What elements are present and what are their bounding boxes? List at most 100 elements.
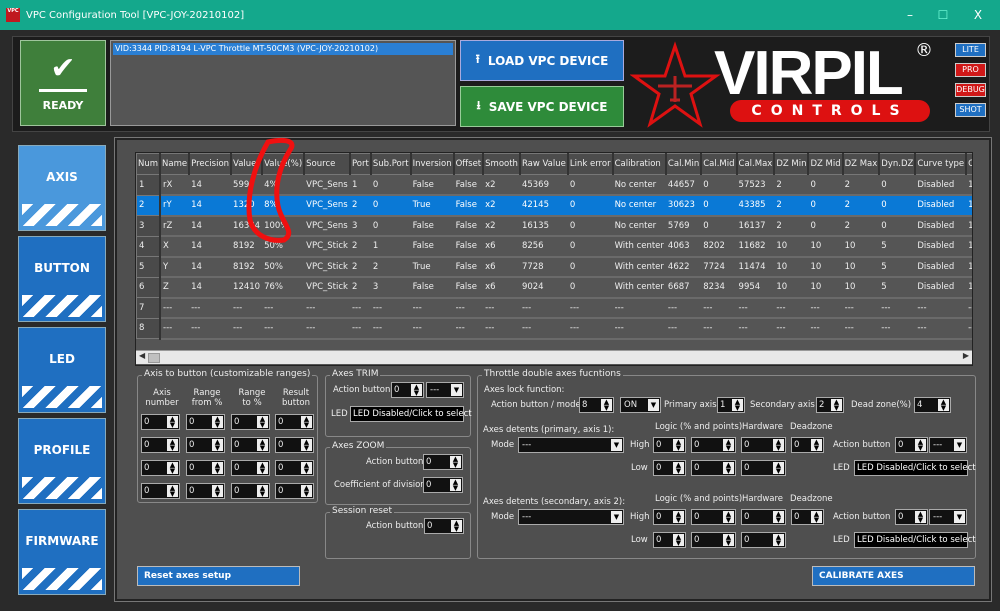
sidebar-item-led[interactable]: LED (18, 327, 106, 413)
device-item[interactable]: VID:3344 PID:8194 L-VPC Throttle MT-50CM… (113, 43, 453, 55)
column-header[interactable]: Dyn.DZ (878, 153, 917, 175)
sidebar-item-axis[interactable]: AXIS (18, 145, 106, 231)
sidebar-item-profile[interactable]: PROFILE (18, 418, 106, 504)
scroll-right-icon[interactable]: ▶ (963, 351, 969, 360)
spinner-arrows-icon[interactable]: ▲ ▼ (673, 439, 684, 452)
spinner-arrows-icon[interactable]: ▲ ▼ (212, 439, 223, 452)
spinner-arrows-icon[interactable]: ▲ ▼ (915, 511, 926, 524)
lock-mode-select[interactable]: ON ▼ (620, 397, 661, 413)
spinner-arrows-icon[interactable]: ▲ ▼ (773, 439, 784, 452)
chevron-down-icon[interactable]: ▼ (954, 439, 965, 451)
detent-mode-select[interactable]: --- ▼ (518, 437, 624, 453)
axis-to-button-spinner[interactable]: 0 ▲ ▼ (186, 460, 225, 476)
spinner-arrows-icon[interactable]: ▲ ▼ (723, 439, 734, 452)
spinner-arrows-icon[interactable]: ▲ ▼ (831, 399, 842, 412)
table-row[interactable]: 7 --- --- --- --- --- --- --- --- --- --- --- --- ---… (136, 297, 972, 319)
column-header[interactable]: Inversion (410, 153, 455, 175)
axis-to-button-spinner[interactable]: 0 ▲ ▼ (275, 437, 314, 453)
column-header[interactable]: Smooth (482, 153, 521, 175)
column-header[interactable]: Curve type (914, 153, 968, 175)
mode-shot-button[interactable]: SHOT (955, 103, 986, 117)
session-action-spinner[interactable]: 0 ▲ ▼ (424, 518, 464, 534)
lock-action-spinner[interactable]: 8 ▲ ▼ (579, 397, 614, 413)
chevron-down-icon[interactable]: ▼ (451, 384, 462, 396)
spinner-arrows-icon[interactable]: ▲ ▼ (167, 462, 178, 475)
spinner-arrows-icon[interactable]: ▲ ▼ (773, 534, 784, 547)
column-header[interactable]: DZ Min (773, 153, 810, 175)
spinner-arrows-icon[interactable]: ▲ ▼ (451, 520, 462, 533)
chevron-down-icon[interactable]: ▼ (954, 511, 965, 523)
spinner-arrows-icon[interactable]: ▲ ▼ (601, 399, 612, 412)
detent-led-selector[interactable]: LED Disabled/Click to select (854, 460, 976, 476)
spinner-arrows-icon[interactable]: ▲ ▼ (257, 416, 268, 429)
column-header[interactable]: Raw Value (519, 153, 569, 175)
detent-low-spinner[interactable]: 0 ▲ ▼ (691, 532, 736, 548)
spinner-arrows-icon[interactable]: ▲ ▼ (673, 462, 684, 475)
column-header[interactable]: C.01 (965, 153, 972, 175)
spinner-arrows-icon[interactable]: ▲ ▼ (723, 462, 734, 475)
deadzone-spinner[interactable]: 4 ▲ ▼ (914, 397, 951, 413)
column-header[interactable]: Cal.Mid (700, 153, 738, 175)
column-header[interactable]: Sub.Port (370, 153, 412, 175)
detent-action-spinner[interactable]: 0 ▲ ▼ (895, 437, 928, 453)
spinner-arrows-icon[interactable]: ▲ ▼ (212, 416, 223, 429)
table-row[interactable]: 5 Y 14 8192 50% VPC_Stick 2 2 True False x6 7728 0 Wi… (136, 256, 972, 278)
spinner-arrows-icon[interactable]: ▲ ▼ (773, 511, 784, 524)
detent-low-spinner[interactable]: 0 ▲ ▼ (653, 460, 686, 476)
detent-high-spinner[interactable]: 0 ▲ ▼ (691, 437, 736, 453)
calibrate-axes-button[interactable]: CALIBRATE AXES (812, 566, 975, 586)
spinner-arrows-icon[interactable]: ▲ ▼ (723, 511, 734, 524)
detent-mode-select[interactable]: --- ▼ (518, 509, 624, 525)
axis-to-button-spinner[interactable]: 0 ▲ ▼ (186, 414, 225, 430)
maximize-button[interactable]: ☐ (933, 8, 953, 22)
trim-action-spinner[interactable]: 0 ▲ ▼ (391, 382, 424, 398)
primary-axis-spinner[interactable]: 1 ▲ ▼ (717, 397, 745, 413)
axis-to-button-spinner[interactable]: 0 ▲ ▼ (231, 414, 270, 430)
reset-axes-button[interactable]: Reset axes setup (137, 566, 300, 586)
horizontal-scrollbar[interactable]: ◀ ▶ (136, 350, 972, 364)
detent-low-spinner[interactable]: 0 ▲ ▼ (741, 460, 786, 476)
detent-low-spinner[interactable]: 0 ▲ ▼ (741, 532, 786, 548)
detent-high-spinner[interactable]: 0 ▲ ▼ (791, 437, 824, 453)
axis-to-button-spinner[interactable]: 0 ▲ ▼ (231, 483, 270, 499)
axis-to-button-spinner[interactable]: 0 ▲ ▼ (231, 437, 270, 453)
column-header[interactable]: Name (159, 153, 191, 175)
detent-high-spinner[interactable]: 0 ▲ ▼ (691, 509, 736, 525)
spinner-arrows-icon[interactable]: ▲ ▼ (673, 534, 684, 547)
minimize-button[interactable]: – (900, 8, 920, 22)
spinner-arrows-icon[interactable]: ▲ ▼ (811, 511, 822, 524)
zoom-coef-spinner[interactable]: 0 ▲ ▼ (423, 477, 463, 493)
load-device-button[interactable]: ⭱ LOAD VPC DEVICE (460, 40, 624, 81)
axis-to-button-spinner[interactable]: 0 ▲ ▼ (231, 460, 270, 476)
column-header[interactable]: Link error (567, 153, 614, 175)
detent-action-mode-select[interactable]: --- ▼ (929, 437, 967, 453)
spinner-arrows-icon[interactable]: ▲ ▼ (257, 485, 268, 498)
detent-low-spinner[interactable]: 0 ▲ ▼ (653, 532, 686, 548)
chevron-down-icon[interactable]: ▼ (611, 511, 622, 523)
chevron-down-icon[interactable]: ▼ (611, 439, 622, 451)
detent-high-spinner[interactable]: 0 ▲ ▼ (741, 509, 786, 525)
spinner-arrows-icon[interactable]: ▲ ▼ (723, 534, 734, 547)
detent-action-mode-select[interactable]: --- ▼ (929, 509, 967, 525)
mode-lite-button[interactable]: LITE (955, 43, 986, 57)
secondary-axis-spinner[interactable]: 2 ▲ ▼ (816, 397, 844, 413)
column-header[interactable]: Num (136, 153, 162, 175)
scroll-thumb[interactable] (148, 353, 160, 363)
detent-led-selector[interactable]: LED Disabled/Click to select (854, 532, 976, 548)
spinner-arrows-icon[interactable]: ▲ ▼ (257, 439, 268, 452)
column-header[interactable]: Cal.Min (665, 153, 703, 175)
spinner-arrows-icon[interactable]: ▲ ▼ (411, 384, 422, 397)
column-header[interactable]: Source (303, 153, 351, 175)
detent-action-spinner[interactable]: 0 ▲ ▼ (895, 509, 928, 525)
spinner-arrows-icon[interactable]: ▲ ▼ (773, 462, 784, 475)
detent-high-spinner[interactable]: 0 ▲ ▼ (741, 437, 786, 453)
close-button[interactable]: X (968, 8, 988, 22)
zoom-action-spinner[interactable]: 0 ▲ ▼ (423, 454, 463, 470)
spinner-arrows-icon[interactable]: ▲ ▼ (167, 439, 178, 452)
sidebar-item-button[interactable]: BUTTON (18, 236, 106, 322)
spinner-arrows-icon[interactable]: ▲ ▼ (257, 462, 268, 475)
device-list[interactable]: VID:3344 PID:8194 L-VPC Throttle MT-50CM… (110, 40, 456, 126)
axis-to-button-spinner[interactable]: 0 ▲ ▼ (275, 460, 314, 476)
axis-to-button-spinner[interactable]: 0 ▲ ▼ (275, 483, 314, 499)
sidebar-item-firmware[interactable]: FIRMWARE (18, 509, 106, 595)
